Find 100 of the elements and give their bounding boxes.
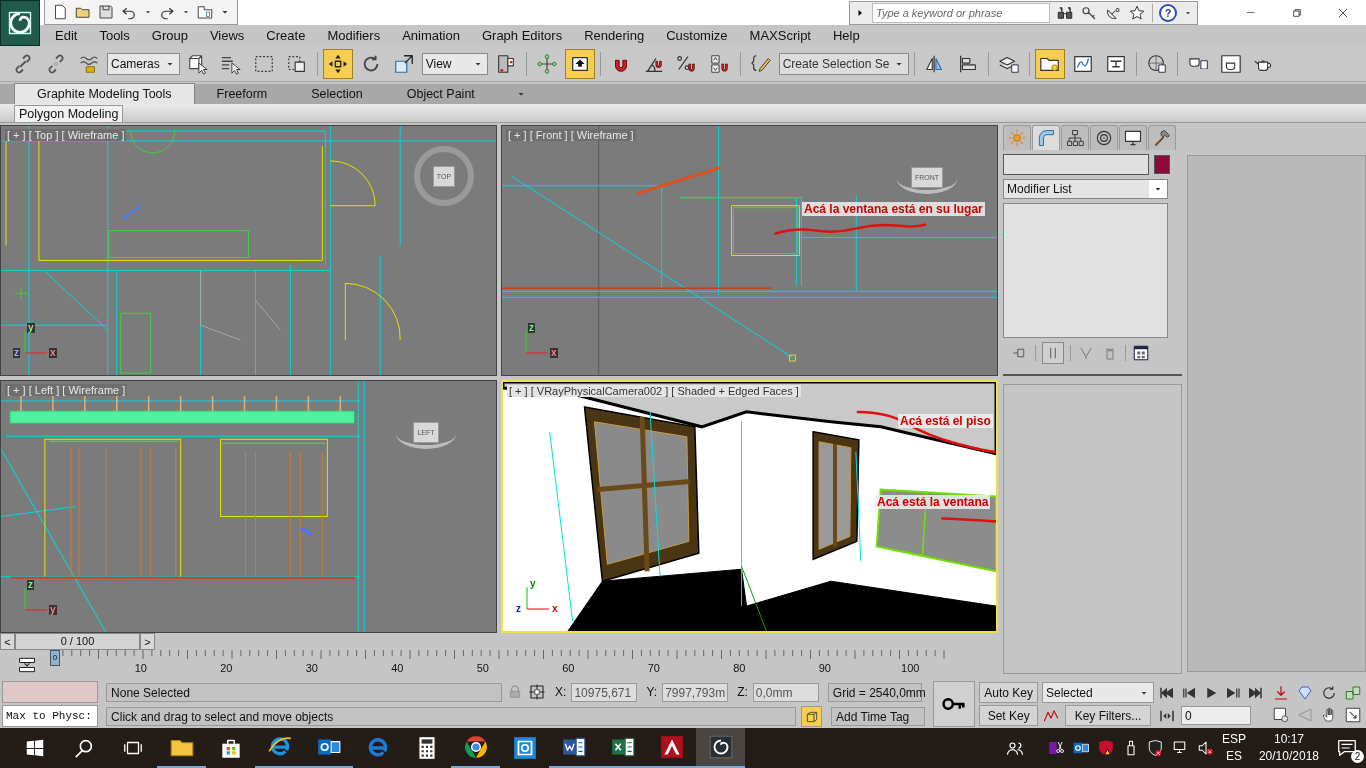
current-frame-field[interactable]: 0: [1181, 706, 1251, 725]
help-button[interactable]: ?: [1159, 3, 1177, 22]
timeline-tick-label: 100: [900, 662, 921, 674]
toolbar-button[interactable]: [1035, 48, 1066, 79]
toolbar-dropdown[interactable]: Cameras: [107, 52, 180, 75]
application-button[interactable]: [0, 0, 40, 46]
coordinate-field[interactable]: 0,0mm: [752, 682, 819, 702]
gem-icon[interactable]: [1296, 684, 1314, 702]
viewport-label[interactable]: [ + ] [ VRayPhysicalCamera002 ] [ Shaded + Edged Faces ]: [507, 385, 801, 397]
bent-pipe-icon: [1036, 128, 1056, 148]
time-slider-thumb[interactable]: 0 / 100: [15, 633, 140, 650]
link-icon: [12, 52, 34, 75]
crosshair-square-icon[interactable]: [528, 683, 547, 701]
axis-label: y: [49, 605, 57, 615]
coordinate-label: Z:: [737, 685, 748, 699]
menu-item[interactable]: Edit: [44, 28, 89, 43]
menu-item[interactable]: Graph Editors: [470, 28, 574, 43]
search-icon[interactable]: [72, 737, 95, 759]
clock[interactable]: 10:17 20/10/2018: [1258, 731, 1319, 765]
ribbon-tab[interactable]: Selection: [289, 84, 385, 104]
toolbar-button[interactable]: [564, 48, 595, 79]
toolbar-dropdown[interactable]: View: [421, 52, 488, 75]
camera-square-icon: [511, 735, 538, 761]
star-icon[interactable]: [1128, 3, 1146, 22]
show-end-result-button[interactable]: [1042, 342, 1064, 364]
menu-item[interactable]: Help: [822, 28, 871, 43]
menu-item[interactable]: Views: [198, 28, 256, 43]
axis-label: x: [551, 604, 559, 614]
timeline-tick-label: 70: [646, 662, 661, 674]
axis-label: x: [49, 348, 57, 358]
timeline-tick-label: 90: [817, 662, 832, 674]
taskbar-app-button[interactable]: [696, 728, 745, 768]
cubes-icon[interactable]: [1344, 684, 1362, 702]
viewport-label[interactable]: [ + ] [ Front ] [ Wireframe ]: [506, 129, 636, 141]
menu-item[interactable]: Tools: [88, 28, 141, 43]
notebook-scissors-icon[interactable]: [1046, 739, 1065, 757]
scale-icon: [392, 52, 415, 75]
shield-cross-icon[interactable]: [1146, 739, 1165, 757]
object-name-field[interactable]: [1003, 154, 1149, 175]
maximize-corner-icon[interactable]: [1344, 706, 1362, 724]
cube-cursor-icon: [186, 52, 209, 75]
menu-item[interactable]: Create: [255, 28, 317, 43]
named-selection-combo[interactable]: Create Selection Se: [778, 52, 910, 75]
timeline-tick-label: 60: [561, 662, 576, 674]
speaker-muted-icon[interactable]: [1196, 739, 1215, 757]
menu-item[interactable]: Modifiers: [316, 28, 392, 43]
menu-item[interactable]: Rendering: [573, 28, 656, 43]
project-folder-icon[interactable]: [196, 3, 214, 21]
key-filters-button[interactable]: Key Filters...: [1065, 705, 1151, 726]
checker-sphere-icon: [1146, 52, 1169, 75]
move-icon: [326, 52, 349, 75]
ribbon-tab[interactable]: Freeform: [194, 84, 290, 104]
annotation-text: Acá está el piso: [898, 414, 993, 428]
axis-label: z: [13, 348, 20, 358]
set-keys-button[interactable]: [933, 681, 976, 727]
ribbon-tab[interactable]: Graphite Modeling Tools: [14, 83, 195, 104]
modifier-stack-list[interactable]: [1003, 203, 1168, 338]
viewport-label[interactable]: [ + ] [ Left ] [ Wireframe ]: [5, 384, 128, 396]
ribbon-panel-tab[interactable]: Polygon Modeling: [14, 105, 124, 122]
current-frame-marker[interactable]: 0: [50, 650, 60, 666]
language-indicator[interactable]: ESP ES: [1221, 731, 1246, 765]
selection-info-field: None Selected: [106, 682, 503, 702]
time-tag-button[interactable]: [801, 705, 823, 727]
teapot-frame-icon: [1220, 52, 1243, 75]
viewport-label[interactable]: [ + ] [ Top ] [ Wireframe ]: [5, 129, 127, 141]
menu-item[interactable]: MAXScript: [738, 28, 822, 43]
object-color-swatch[interactable]: [1154, 155, 1170, 174]
modifier-list-dropdown[interactable]: Modifier List: [1003, 179, 1168, 199]
previous-frame-button[interactable]: <: [0, 633, 15, 650]
grid-window-icon[interactable]: [1132, 344, 1150, 362]
listener-input-field[interactable]: Max to Physc:: [2, 705, 99, 727]
command-panel-tab[interactable]: [1061, 125, 1089, 150]
command-panel-tab[interactable]: [1119, 125, 1147, 150]
command-panel-tab[interactable]: [1090, 125, 1118, 150]
search-field[interactable]: Type a keyword or phrase: [872, 2, 1050, 23]
coordinate-field[interactable]: 10975,671: [571, 682, 638, 702]
listener-output-field[interactable]: [2, 681, 99, 703]
menu-item[interactable]: Group: [140, 28, 199, 43]
menu-item[interactable]: Customize: [655, 28, 739, 43]
coordinate-field[interactable]: 7997,793m: [662, 682, 729, 702]
ribbon-tab[interactable]: Object Paint: [384, 84, 497, 104]
viewport[interactable]: [ + ] [ VRayPhysicalCamera002 ] [ Shaded + Edged Faces ] Acá está el piso Acá está la ventana y z x: [501, 380, 998, 633]
axis-label: y: [529, 579, 537, 589]
clock-window-icon[interactable]: [1272, 706, 1290, 724]
auto-key-button[interactable]: Auto Key: [979, 682, 1038, 703]
orbit-icon[interactable]: [1320, 684, 1338, 702]
spinner-snap-icon: [708, 52, 731, 75]
set-key-button[interactable]: Set Key: [979, 705, 1038, 726]
filmstrip-arrows-icon[interactable]: [16, 655, 37, 675]
toolbar-button[interactable]: [322, 48, 353, 79]
spiral-tile-icon: [707, 734, 734, 760]
time-tag-field[interactable]: Add Time Tag: [831, 706, 926, 726]
speech-bubble-icon[interactable]: [1336, 737, 1358, 759]
menu-item[interactable]: Animation: [391, 28, 471, 43]
triangle-tile-icon: [658, 734, 685, 760]
key-mode-dropdown[interactable]: Selected: [1042, 682, 1154, 703]
tricolor-circle-icon: [462, 734, 489, 760]
axis-label: x: [550, 348, 558, 358]
shield-alert-icon[interactable]: [1096, 739, 1115, 757]
next-frame-button[interactable]: >: [140, 633, 155, 650]
